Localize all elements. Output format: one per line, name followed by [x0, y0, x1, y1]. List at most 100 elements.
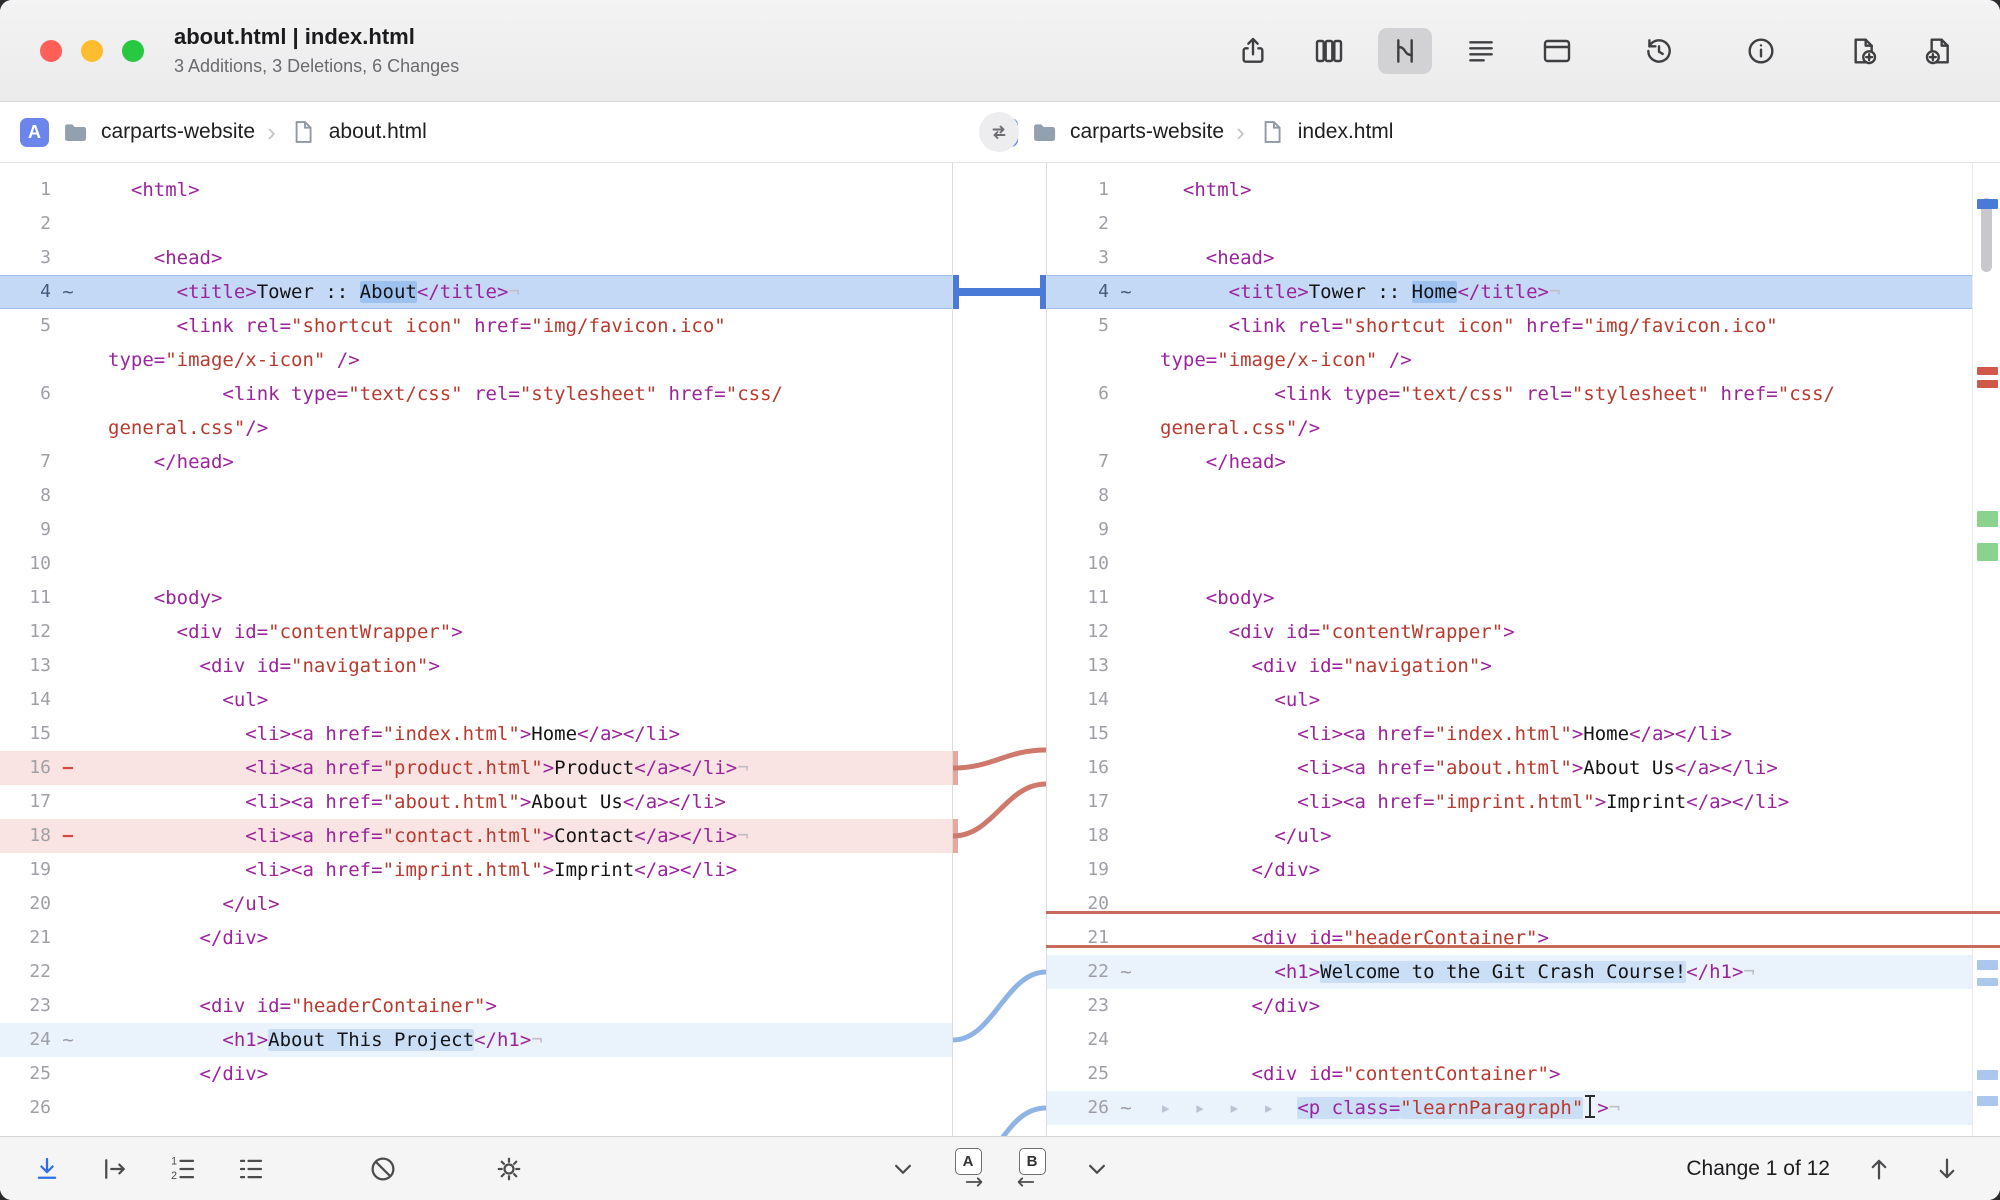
code-text[interactable]: ▸ ▸ ▸ ▸ <p class="learnParagraph">¬: [1143, 1091, 1972, 1125]
code-text[interactable]: <li><a href="about.html">About Us</a></l…: [1143, 751, 1972, 785]
code-text[interactable]: [1143, 513, 1972, 547]
code-line[interactable]: 18 </ul>: [1047, 819, 1972, 853]
unified-view-button[interactable]: [1454, 28, 1508, 74]
code-text[interactable]: </ul>: [1143, 819, 1972, 853]
code-text[interactable]: <link rel="shortcut icon" href="img/favi…: [85, 309, 952, 343]
new-comparison-b-button[interactable]: [1912, 28, 1966, 74]
reading-view-button[interactable]: [1530, 28, 1584, 74]
code-text[interactable]: <li><a href="contact.html">Contact</a></…: [85, 819, 952, 853]
merge-options-left-button[interactable]: [884, 1150, 922, 1188]
code-line[interactable]: 10: [1047, 547, 1972, 581]
code-line[interactable]: 9: [0, 513, 952, 547]
code-line[interactable]: 17 <li><a href="about.html">About Us</a>…: [0, 785, 952, 819]
code-text[interactable]: <ul>: [1143, 683, 1972, 717]
code-line[interactable]: 16− <li><a href="product.html">Product</…: [0, 751, 952, 785]
code-text[interactable]: <li><a href="imprint.html">Imprint</a></…: [1143, 785, 1972, 819]
file-a-name[interactable]: about.html: [329, 120, 427, 144]
copy-a-to-b-button[interactable]: A: [950, 1148, 986, 1189]
code-text[interactable]: <head>: [1143, 241, 1972, 275]
code-text[interactable]: <li><a href="index.html">Home</a></li>: [85, 717, 952, 751]
code-text[interactable]: <link rel="shortcut icon" href="img/favi…: [1143, 309, 1972, 343]
code-line[interactable]: 17 <li><a href="imprint.html">Imprint</a…: [1047, 785, 1972, 819]
code-line[interactable]: 3 <head>: [0, 241, 952, 275]
code-text[interactable]: <h1>Welcome to the Git Crash Course!</h1…: [1143, 955, 1972, 989]
code-line[interactable]: 23 <div id="headerContainer">: [0, 989, 952, 1023]
wrap-lines-button[interactable]: [96, 1150, 134, 1188]
code-text[interactable]: [85, 513, 952, 547]
code-line[interactable]: 4~ <title>Tower :: Home</title>¬: [1047, 275, 1972, 309]
close-button[interactable]: [40, 40, 62, 62]
code-text[interactable]: <body>: [1143, 581, 1972, 615]
code-text[interactable]: </head>: [85, 445, 952, 479]
code-line[interactable]: 20 </ul>: [0, 887, 952, 921]
code-line[interactable]: 21 <div id="headerContainer">: [1047, 921, 1972, 955]
code-text[interactable]: <link type="text/css" rel="stylesheet" h…: [85, 377, 952, 411]
code-text[interactable]: [1143, 887, 1972, 921]
code-text[interactable]: <li><a href="imprint.html">Imprint</a></…: [85, 853, 952, 887]
code-text[interactable]: [1143, 479, 1972, 513]
code-text[interactable]: <body>: [85, 581, 952, 615]
swap-files-button[interactable]: [979, 112, 1019, 152]
code-line[interactable]: 14 <ul>: [0, 683, 952, 717]
code-line[interactable]: 26: [0, 1091, 952, 1125]
code-text[interactable]: </head>: [1143, 445, 1972, 479]
code-text[interactable]: <html>: [1143, 173, 1972, 207]
code-line[interactable]: 13 <div id="navigation">: [1047, 649, 1972, 683]
code-text[interactable]: general.css"/>: [1143, 411, 1972, 445]
code-text[interactable]: <div id="contentWrapper">: [1143, 615, 1972, 649]
code-line[interactable]: 6 <link type="text/css" rel="stylesheet"…: [0, 377, 952, 411]
new-comparison-a-button[interactable]: [1836, 28, 1890, 74]
code-line[interactable]: 26~▸ ▸ ▸ ▸ <p class="learnParagraph">¬: [1047, 1091, 1972, 1125]
code-text[interactable]: [85, 207, 952, 241]
code-line[interactable]: 5 <link rel="shortcut icon" href="img/fa…: [0, 309, 952, 343]
code-text[interactable]: general.css"/>: [85, 411, 952, 445]
scrollbar-thumb[interactable]: [1981, 198, 1992, 272]
code-text[interactable]: <title>Tower :: Home</title>¬: [1143, 275, 1972, 309]
code-line[interactable]: 2: [0, 207, 952, 241]
three-pane-view-button[interactable]: [1302, 28, 1356, 74]
code-line[interactable]: 14 <ul>: [1047, 683, 1972, 717]
previous-change-button[interactable]: [1860, 1150, 1898, 1188]
code-text[interactable]: </div>: [1143, 989, 1972, 1023]
code-line[interactable]: 20: [1047, 887, 1972, 921]
merge-options-right-button[interactable]: [1078, 1150, 1116, 1188]
code-line[interactable]: 12 <div id="contentWrapper">: [0, 615, 952, 649]
code-line[interactable]: 19 </div>: [1047, 853, 1972, 887]
code-line[interactable]: general.css"/>: [1047, 411, 1972, 445]
code-text[interactable]: <html>: [85, 173, 952, 207]
code-line[interactable]: 11 <body>: [0, 581, 952, 615]
minimize-button[interactable]: [81, 40, 103, 62]
code-text[interactable]: [1143, 207, 1972, 241]
code-text[interactable]: </div>: [1143, 853, 1972, 887]
code-line[interactable]: type="image/x-icon" />: [0, 343, 952, 377]
code-line[interactable]: 11 <body>: [1047, 581, 1972, 615]
code-text[interactable]: [85, 479, 952, 513]
code-text[interactable]: [1143, 547, 1972, 581]
code-text[interactable]: <div id="headerContainer">: [85, 989, 952, 1023]
code-line[interactable]: 8: [0, 479, 952, 513]
code-line[interactable]: 12 <div id="contentWrapper">: [1047, 615, 1972, 649]
share-button[interactable]: [1226, 28, 1280, 74]
code-text[interactable]: <link type="text/css" rel="stylesheet" h…: [1143, 377, 1972, 411]
pane-a-code[interactable]: 1 <html>23 <head>4~ <title>Tower :: Abou…: [0, 163, 953, 1136]
code-text[interactable]: <title>Tower :: About</title>¬: [85, 275, 952, 309]
code-text[interactable]: <div id="navigation">: [1143, 649, 1972, 683]
code-line[interactable]: 19 <li><a href="imprint.html">Imprint</a…: [0, 853, 952, 887]
code-text[interactable]: </div>: [85, 1057, 952, 1091]
code-line[interactable]: 9: [1047, 513, 1972, 547]
folder-name[interactable]: carparts-website: [101, 120, 255, 144]
invisibles-button[interactable]: [232, 1150, 270, 1188]
copy-b-to-a-button[interactable]: B: [1014, 1148, 1050, 1189]
code-line[interactable]: 10: [0, 547, 952, 581]
code-text[interactable]: <ul>: [85, 683, 952, 717]
code-text[interactable]: <li><a href="index.html">Home</a></li>: [1143, 717, 1972, 751]
pane-b-code[interactable]: 1 <html>23 <head>4~ <title>Tower :: Home…: [1046, 163, 1972, 1136]
code-line[interactable]: 25 </div>: [0, 1057, 952, 1091]
code-line[interactable]: 22~ <h1>Welcome to the Git Crash Course!…: [1047, 955, 1972, 989]
code-text[interactable]: <head>: [85, 241, 952, 275]
code-text[interactable]: type="image/x-icon" />: [1143, 343, 1972, 377]
code-text[interactable]: [85, 1091, 952, 1125]
code-line[interactable]: 7 </head>: [1047, 445, 1972, 479]
history-button[interactable]: [1632, 28, 1686, 74]
code-text[interactable]: </ul>: [85, 887, 952, 921]
